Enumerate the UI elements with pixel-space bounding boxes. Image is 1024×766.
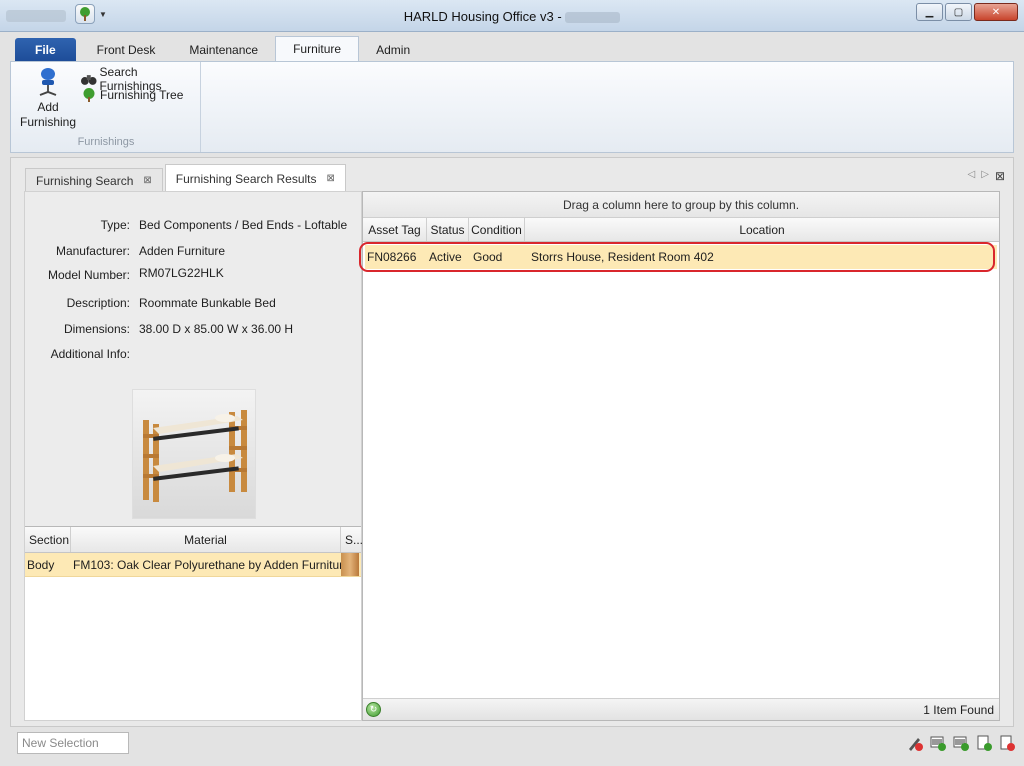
add-furnishing-button[interactable]: Add Furnishing <box>19 68 77 130</box>
results-grid: Drag a column here to group by this colu… <box>359 191 1000 721</box>
document-check-icon[interactable] <box>975 734 993 752</box>
tab-furniture[interactable]: Furniture <box>275 36 360 62</box>
minimize-button[interactable]: ▁ <box>916 3 943 21</box>
scroll-left-icon[interactable]: ◁ <box>968 169 976 183</box>
column-header-section[interactable]: Section <box>25 527 71 552</box>
detail-value: Roommate Bunkable Bed <box>139 296 276 310</box>
column-header-asset-tag[interactable]: Asset Tag <box>363 218 427 241</box>
new-selection-input[interactable]: New Selection <box>17 732 129 754</box>
cell-asset-tag: FN08266 <box>367 250 417 264</box>
detail-value: Bed Components / Bed Ends - Loftable <box>139 218 348 232</box>
detail-label: Description: <box>66 296 130 310</box>
furnishing-photo <box>132 389 256 519</box>
pen-delete-icon[interactable] <box>906 734 924 752</box>
close-button[interactable]: ✕ <box>974 3 1018 21</box>
detail-label: Model Number: <box>47 268 130 282</box>
column-header-status[interactable]: Status <box>427 218 469 241</box>
close-tab-icon[interactable]: ⊠ <box>143 169 151 193</box>
document-area: Furnishing Search ⊠ Furnishing Search Re… <box>10 157 1014 727</box>
binoculars-icon <box>81 75 97 85</box>
close-tab-icon[interactable]: ⊠ <box>327 165 335 193</box>
furnishing-tree-label: Furnishing Tree <box>100 88 184 102</box>
barcode-add-icon[interactable] <box>952 734 970 752</box>
close-all-icon[interactable]: ⊠ <box>995 169 1005 183</box>
detail-label: Manufacturer: <box>55 244 130 258</box>
tab-navigation: ◁ ▷ ⊠ <box>968 169 1005 183</box>
ribbon-body: Add Furnishing Search Furnishings Furnis… <box>10 61 1014 153</box>
results-footer: ↻ 1 Item Found <box>363 698 999 720</box>
status-bar: New Selection <box>0 728 1024 766</box>
window-title-text: HARLD Housing Office v3 - <box>403 9 562 24</box>
detail-label: Type: <box>100 218 130 232</box>
tree-icon <box>83 88 95 102</box>
details-panel: Type: Bed Components / Bed Ends - Loftab… <box>24 191 363 721</box>
column-header-location[interactable]: Location <box>525 218 999 241</box>
document-tabs: Furnishing Search ⊠ Furnishing Search Re… <box>25 164 348 192</box>
document-delete-icon[interactable] <box>998 734 1016 752</box>
cell-status: Active <box>429 250 462 264</box>
column-header-swatch[interactable]: S... <box>341 527 363 552</box>
table-row[interactable]: Body FM103: Oak Clear Polyurethane by Ad… <box>25 553 361 577</box>
detail-label: Dimensions: <box>63 322 130 336</box>
tab-furnishing-search-results[interactable]: Furnishing Search Results ⊠ <box>164 164 346 193</box>
barcode-check-icon[interactable] <box>929 734 947 752</box>
detail-label: Additional Info: <box>50 347 130 361</box>
group-by-panel[interactable]: Drag a column here to group by this colu… <box>363 192 999 218</box>
tab-furnishing-search[interactable]: Furnishing Search ⊠ <box>25 168 163 192</box>
search-furnishings-button[interactable]: Search Furnishings <box>81 65 200 93</box>
tab-maintenance[interactable]: Maintenance <box>172 38 275 62</box>
detail-value: RM07LG22HLK <box>139 266 224 280</box>
refresh-icon[interactable]: ↻ <box>366 702 381 717</box>
title-bar: ▼ HARLD Housing Office v3 - ▁ ▢ ✕ <box>0 0 1024 32</box>
results-header: Asset Tag Status Condition Location <box>363 218 999 242</box>
tab-front-desk[interactable]: Front Desk <box>80 38 173 62</box>
results-body: FN08266 Active Good Storrs House, Reside… <box>359 242 999 272</box>
cell-material: FM103: Oak Clear Polyurethane by Adden F… <box>73 558 341 572</box>
group-label: Furnishings <box>77 136 135 148</box>
column-header-material[interactable]: Material <box>71 527 341 552</box>
maximize-button[interactable]: ▢ <box>945 3 972 21</box>
furnishings-group: Add Furnishing Search Furnishings Furnis… <box>11 62 201 152</box>
chair-icon <box>35 68 61 98</box>
materials-grid: Section Material S... Body FM103: Oak Cl… <box>25 526 363 720</box>
column-header-condition[interactable]: Condition <box>469 218 525 241</box>
add-furnishing-label: Add Furnishing <box>19 100 77 129</box>
detail-value: Adden Furniture <box>139 244 226 258</box>
tab-label: Furnishing Search <box>36 173 134 188</box>
table-row[interactable]: FN08266 Active Good Storrs House, Reside… <box>365 245 997 269</box>
detail-value: 38.00 D x 85.00 W x 36.00 H <box>139 322 294 336</box>
ribbon-tabs: File Front Desk Maintenance Furniture Ad… <box>10 36 427 62</box>
status-icons <box>906 734 1016 752</box>
item-count: 1 Item Found <box>923 703 994 717</box>
cell-section: Body <box>27 558 55 572</box>
tab-file[interactable]: File <box>15 38 76 62</box>
tab-admin[interactable]: Admin <box>359 38 427 62</box>
cell-location: Storrs House, Resident Room 402 <box>531 250 714 264</box>
tab-label: Furnishing Search Results <box>175 171 317 186</box>
blurred-user <box>565 12 621 24</box>
wood-swatch <box>341 553 359 576</box>
cell-condition: Good <box>473 250 503 264</box>
window-title: HARLD Housing Office v3 - <box>0 9 1024 24</box>
materials-header: Section Material S... <box>25 527 363 553</box>
scroll-right-icon[interactable]: ▷ <box>981 169 989 183</box>
